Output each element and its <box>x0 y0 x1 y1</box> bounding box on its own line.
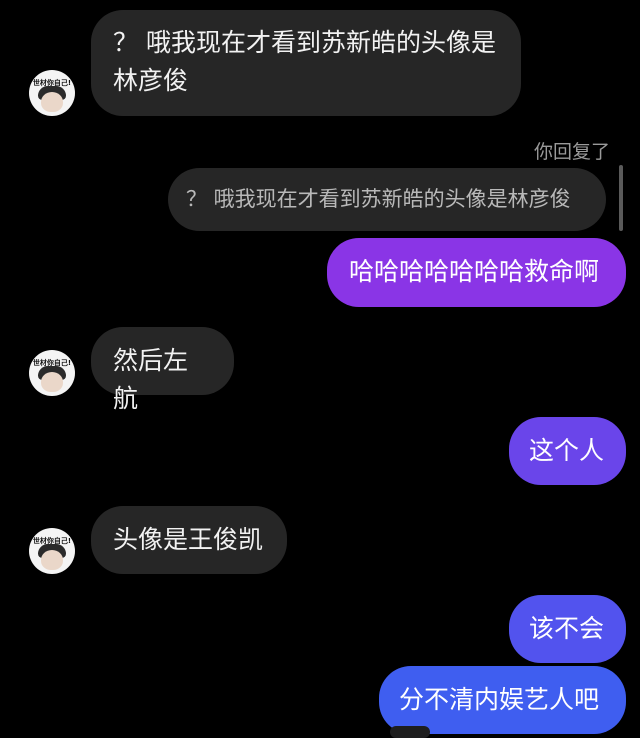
avatar-face <box>41 92 63 112</box>
message-text: 哈哈哈哈哈哈哈救命啊 <box>349 257 600 286</box>
outgoing-message-bubble[interactable]: 该不会 <box>509 595 626 663</box>
outgoing-message-bubble[interactable]: 这个人 <box>509 417 626 485</box>
avatar-face <box>41 372 63 392</box>
avatar[interactable]: 世材你自己! <box>29 70 75 116</box>
reply-line <box>619 165 623 231</box>
message-text: 这个人 <box>529 436 605 465</box>
incoming-message-bubble[interactable]: ？ 哦我现在才看到苏新皓的头像是林彦俊 <box>91 10 521 116</box>
quoted-message[interactable]: ？ 哦我现在才看到苏新皓的头像是林彦俊 <box>168 168 606 231</box>
message-text: ？ 哦我现在才看到苏新皓的头像是林彦俊 <box>113 28 496 95</box>
avatar[interactable]: 世材你自己! <box>29 528 75 574</box>
outgoing-message-bubble[interactable]: 哈哈哈哈哈哈哈救命啊 <box>327 238 626 307</box>
avatar[interactable]: 世材你自己! <box>29 350 75 396</box>
message-text: 然后左航 <box>113 346 189 413</box>
avatar-face <box>41 550 63 570</box>
reply-indicator: 你回复了 <box>533 141 610 163</box>
message-text: 该不会 <box>529 614 605 643</box>
message-text: 分不清内娱艺人吧 <box>399 685 600 714</box>
outgoing-message-bubble[interactable]: 分不清内娱艺人吧 <box>379 666 626 734</box>
message-text: 头像是王俊凯 <box>113 525 264 554</box>
incoming-message-bubble[interactable]: 头像是王俊凯 <box>91 506 287 574</box>
reaction-hint <box>390 726 430 738</box>
incoming-message-bubble[interactable]: 然后左航 <box>91 327 234 413</box>
